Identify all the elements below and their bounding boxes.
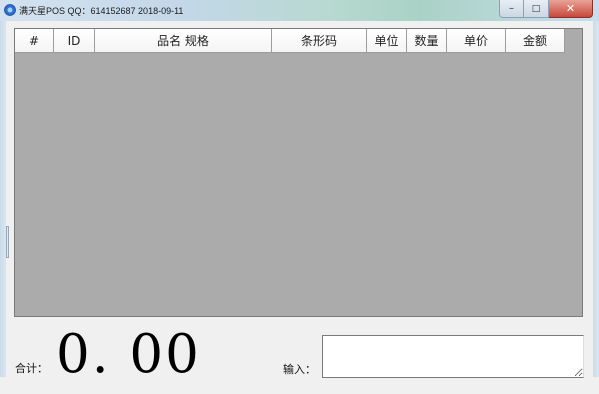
maximize-button[interactable]: □ xyxy=(524,0,549,18)
column-header-unit[interactable]: 单位 xyxy=(367,29,407,53)
grid-header: # ID 品名 规格 条形码 单位 数量 单价 金额 xyxy=(15,29,565,53)
title-bar[interactable]: 满天星POS QQ：614152687 2018-09-11 – □ ✕ xyxy=(0,0,599,21)
window-frame-left xyxy=(0,21,6,394)
pos-window: 满天星POS QQ：614152687 2018-09-11 – □ ✕ # I… xyxy=(0,0,599,394)
column-header-id[interactable]: ID xyxy=(54,29,95,53)
caption-buttons: – □ ✕ xyxy=(499,0,593,19)
column-header-quantity[interactable]: 数量 xyxy=(407,29,447,53)
resize-handle[interactable] xyxy=(6,226,9,258)
window-title: 满天星POS QQ：614152687 2018-09-11 xyxy=(19,6,184,16)
column-header-unit-price[interactable]: 单价 xyxy=(447,29,506,53)
total-label: 合计： xyxy=(15,362,48,375)
window-frame-right xyxy=(593,21,599,394)
minimize-button[interactable]: – xyxy=(499,0,524,18)
items-grid[interactable]: # ID 品名 规格 条形码 单位 数量 单价 金额 xyxy=(14,28,583,317)
column-header-amount[interactable]: 金额 xyxy=(506,29,565,53)
input-label: 输入： xyxy=(283,363,316,376)
column-header-barcode[interactable]: 条形码 xyxy=(272,29,367,53)
close-button[interactable]: ✕ xyxy=(549,0,593,18)
column-header-index[interactable]: # xyxy=(15,29,54,53)
total-amount: 0. 00 xyxy=(56,324,201,385)
barcode-input[interactable] xyxy=(322,335,584,378)
column-header-name-spec[interactable]: 品名 规格 xyxy=(95,29,272,53)
app-icon xyxy=(4,4,16,16)
